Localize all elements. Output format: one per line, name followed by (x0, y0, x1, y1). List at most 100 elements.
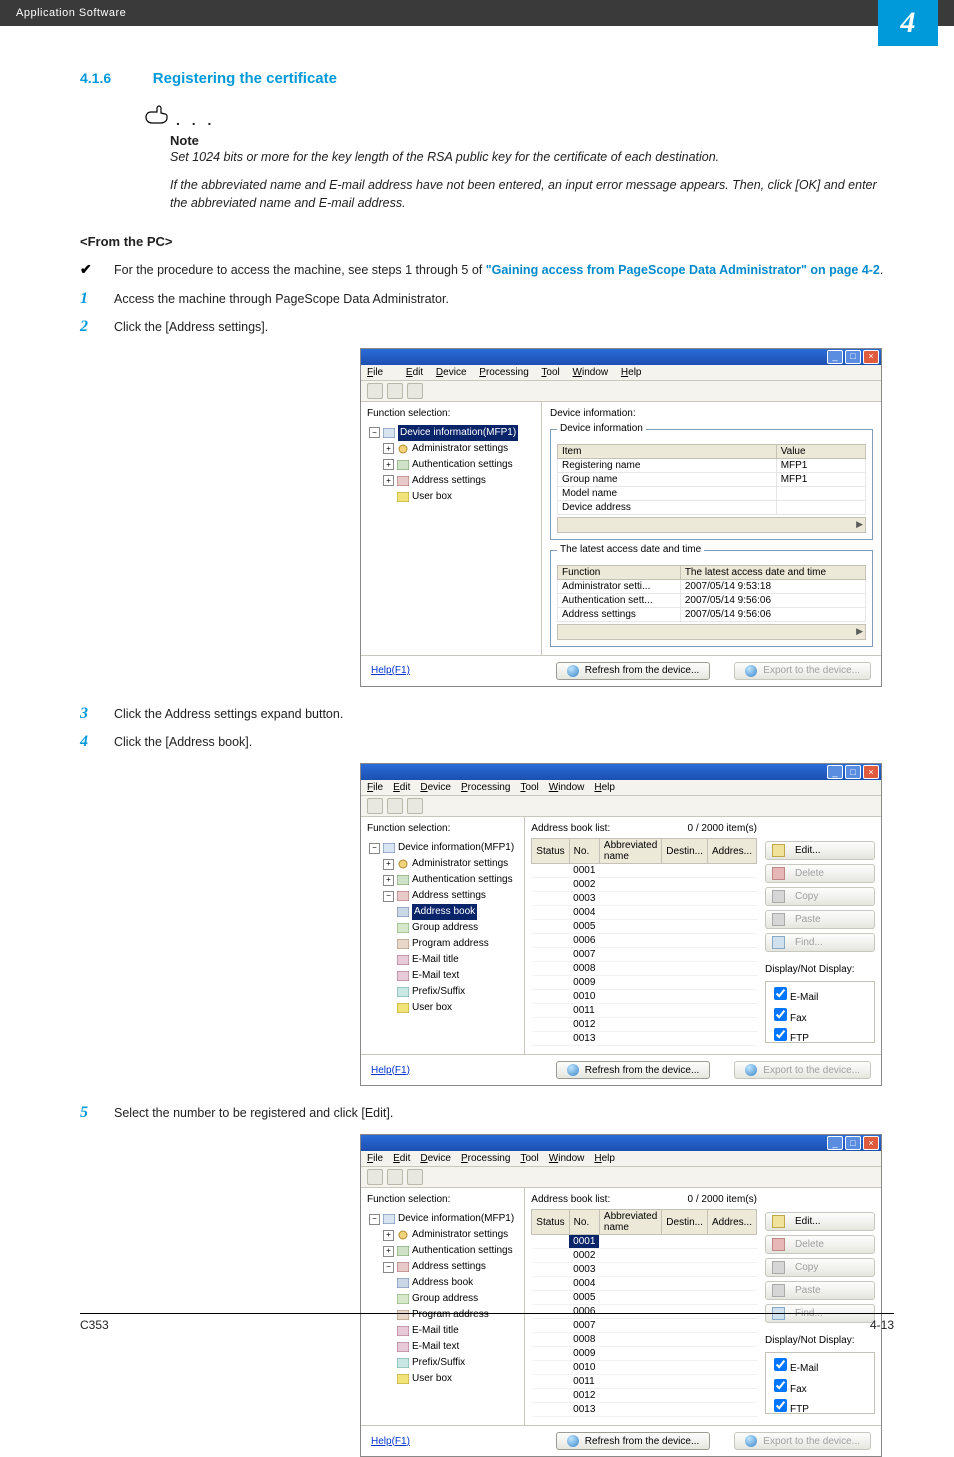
menu-processing[interactable]: Processing (479, 367, 528, 378)
edit-icon (772, 844, 785, 857)
scroll-right-icon[interactable]: ▶ (557, 624, 866, 640)
refresh-icon (567, 665, 579, 677)
list-title: Address book list: (531, 823, 610, 834)
chk-ftp[interactable] (774, 1028, 787, 1041)
userbox-icon (397, 492, 409, 502)
section-title: Registering the certificate (153, 70, 337, 87)
addressbook-icon (397, 907, 409, 917)
note-label: Note (170, 133, 894, 148)
toolbar-icon[interactable] (407, 383, 423, 399)
delete-button[interactable]: Delete (765, 864, 875, 883)
step-number-3: 3 (80, 705, 100, 723)
table-row: 0002 (532, 878, 757, 892)
menu-device[interactable]: Device (436, 367, 467, 378)
admin-icon (397, 444, 409, 454)
address-book-table[interactable]: StatusNo.Abbreviated nameDestin...Addres… (531, 838, 757, 1046)
tree-auth[interactable]: Authentication settings (412, 457, 513, 473)
scroll-right-icon[interactable]: ▶ (557, 517, 866, 533)
help-link[interactable]: Help(F1) (371, 665, 410, 676)
tree-address[interactable]: Address settings (412, 473, 486, 489)
paste-button[interactable]: Paste (765, 910, 875, 929)
toolbar-icon[interactable] (387, 383, 403, 399)
right-pane-label: Device information: (550, 408, 873, 419)
copy-button[interactable]: Copy (765, 1258, 875, 1277)
close-button[interactable]: × (863, 765, 879, 779)
table-row: 0007 (532, 948, 757, 962)
step-text-1: Access the machine through PageScope Dat… (100, 290, 894, 308)
chk-email[interactable] (774, 987, 787, 1000)
menu-bar[interactable]: File Edit Device Processing Tool Window … (361, 365, 881, 381)
tree-admin[interactable]: Administrator settings (412, 441, 508, 457)
refresh-button[interactable]: Refresh from the device... (556, 662, 711, 680)
menu-file[interactable]: File (367, 367, 393, 378)
table-row: 0009 (532, 976, 757, 990)
item-count: 0 / 2000 item(s) (688, 823, 757, 834)
menu-tool[interactable]: Tool (541, 367, 559, 378)
step-text-3: Click the Address settings expand button… (100, 705, 894, 723)
close-button[interactable]: × (863, 350, 879, 364)
step-text-4: Click the [Address book]. (100, 733, 894, 751)
function-tree[interactable]: −Device information(MFP1) +Administrator… (367, 840, 520, 1016)
step-number-2: 2 (80, 318, 100, 336)
paste-button[interactable]: Paste (765, 1281, 875, 1300)
cross-ref-link[interactable]: "Gaining access from PageScope Data Admi… (486, 263, 880, 277)
toolbar-icon[interactable] (367, 383, 383, 399)
footer-left: C353 (80, 1318, 109, 1332)
chk-fax[interactable] (774, 1008, 787, 1021)
minimize-button[interactable]: _ (827, 1136, 843, 1150)
help-link[interactable]: Help(F1) (371, 1436, 410, 1447)
display-filter-list[interactable]: E-Mail Fax FTP SMB (765, 981, 875, 1043)
refresh-button[interactable]: Refresh from the device... (556, 1432, 711, 1450)
table-row: 0008 (532, 962, 757, 976)
screenshot-device-info: _ □ × File Edit Device Processing Tool W… (360, 348, 882, 687)
tree-userbox[interactable]: User box (412, 489, 452, 505)
export-button[interactable]: Export to the device... (734, 662, 871, 680)
group-latest-access-label: The latest access date and time (557, 544, 704, 555)
minimize-button[interactable]: _ (827, 765, 843, 779)
maximize-button[interactable]: □ (845, 1136, 861, 1150)
maximize-button[interactable]: □ (845, 350, 861, 364)
paste-icon (772, 913, 785, 926)
from-pc-bullet: For the procedure to access the machine,… (100, 261, 894, 279)
export-button[interactable]: Export to the device... (734, 1061, 871, 1079)
tree-address-book[interactable]: Address book (412, 904, 477, 920)
tree-address-book[interactable]: Address book (412, 1275, 473, 1291)
step-text-2: Click the [Address settings]. (100, 318, 894, 336)
help-link[interactable]: Help(F1) (371, 1065, 410, 1076)
from-pc-heading: <From the PC> (80, 234, 894, 249)
note-paragraph-2: If the abbreviated name and E-mail addre… (170, 176, 894, 212)
step-text-5: Select the number to be registered and c… (100, 1104, 894, 1122)
menu-bar[interactable]: FileEditDeviceProcessingToolWindowHelp (361, 780, 881, 796)
left-pane-label: Function selection: (367, 408, 537, 419)
menu-window[interactable]: Window (573, 367, 609, 378)
edit-button[interactable]: Edit... (765, 841, 875, 860)
close-button[interactable]: × (863, 1136, 879, 1150)
copy-button[interactable]: Copy (765, 887, 875, 906)
section-number: 4.1.6 (80, 70, 111, 86)
copy-icon (772, 890, 785, 903)
display-label: Display/Not Display: (765, 964, 875, 975)
chapter-number-badge: 4 (878, 0, 938, 46)
table-row: 0006 (532, 934, 757, 948)
minimize-button[interactable]: _ (827, 350, 843, 364)
function-tree[interactable]: −Device information(MFP1) +Administrator… (367, 425, 537, 505)
menu-edit[interactable]: Edit (406, 367, 423, 378)
device-info-table: ItemValue Registering nameMFP1 Group nam… (557, 444, 866, 515)
find-button[interactable]: Find... (765, 933, 875, 952)
export-icon (745, 665, 757, 677)
checkmark-icon: ✔ (80, 261, 100, 278)
tree-device-info[interactable]: Device information(MFP1) (398, 425, 518, 441)
edit-button[interactable]: Edit... (765, 1212, 875, 1231)
refresh-button[interactable]: Refresh from the device... (556, 1061, 711, 1079)
find-icon (772, 936, 785, 949)
step-number-1: 1 (80, 290, 100, 308)
maximize-button[interactable]: □ (845, 765, 861, 779)
menu-help[interactable]: Help (621, 367, 642, 378)
table-row: 0003 (532, 892, 757, 906)
delete-button[interactable]: Delete (765, 1235, 875, 1254)
table-row: 0012 (532, 1018, 757, 1032)
tree-device-info[interactable]: Device information(MFP1) (398, 840, 514, 856)
export-button[interactable]: Export to the device... (734, 1432, 871, 1450)
left-pane-label: Function selection: (367, 823, 520, 834)
table-row: 0001 (532, 864, 757, 878)
